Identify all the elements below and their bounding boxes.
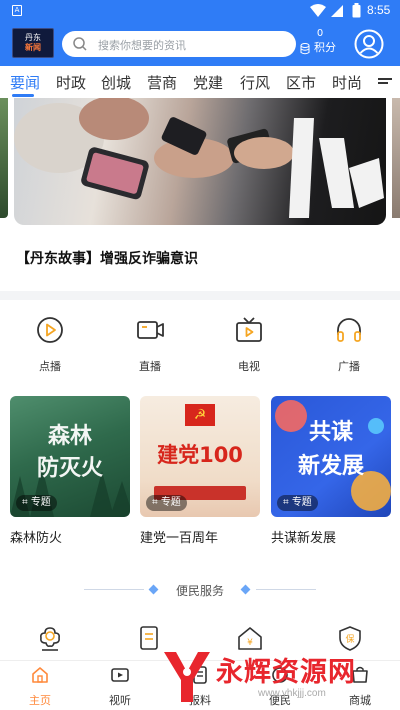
points-button[interactable]: 0 积分 xyxy=(300,28,340,60)
tab-yaowen[interactable]: 要闻 xyxy=(10,72,40,93)
convenience-services: 便民服务 ¥ 保 xyxy=(0,560,400,660)
watermark-logo-icon xyxy=(164,652,210,702)
quick-nav-radio[interactable]: 广播 xyxy=(319,314,379,374)
quick-nav-label: 点播 xyxy=(39,360,61,373)
tabs-menu-icon[interactable] xyxy=(378,78,392,84)
user-avatar-icon[interactable] xyxy=(354,29,384,59)
topic-caption: 共谋新发展 xyxy=(271,531,337,546)
carousel-headline[interactable]: 【丹东故事】增强反诈骗意识 xyxy=(16,248,198,268)
nav-label: 主页 xyxy=(29,694,51,707)
heading-diamond-right xyxy=(240,584,251,595)
app-logo[interactable]: 丹东 新闻 xyxy=(12,28,54,58)
quick-nav-live[interactable]: 直播 xyxy=(120,314,180,374)
tab-qushi[interactable]: 区市 xyxy=(286,72,316,93)
topic-image-text-line-1: 森林 xyxy=(47,424,92,449)
services-heading: 便民服务 xyxy=(0,582,400,599)
tab-dangjian[interactable]: 党建 xyxy=(193,72,223,93)
logo-line-1: 丹东 xyxy=(25,33,41,42)
tab-shishang[interactable]: 时尚 xyxy=(332,72,362,93)
topic-card-party-100[interactable]: ☭ 建党100 ⌗ 专题 建党一百周年 xyxy=(140,396,260,546)
tab-chuangcheng[interactable]: 创城 xyxy=(101,72,131,93)
topic-tag: ⌗ 专题 xyxy=(16,495,57,511)
carousel-prev-preview[interactable] xyxy=(0,98,8,218)
news-carousel: 【丹东故事】增强反诈骗意识 xyxy=(0,98,400,291)
quick-nav-tv[interactable]: 电视 xyxy=(219,314,279,374)
quick-nav-vod[interactable]: 点播 xyxy=(20,314,80,374)
topic-tag: ⌗ 专题 xyxy=(146,495,187,511)
topic-image: 森林 防灭火 ⌗ 专题 xyxy=(10,396,130,517)
nav-video[interactable]: 视听 xyxy=(90,665,150,708)
watermark-url: www.yhkjjj.com xyxy=(258,688,326,699)
quick-nav-label: 直播 xyxy=(139,360,161,373)
topic-caption: 森林防火 xyxy=(10,531,63,546)
search-input[interactable]: 搜索你想要的资讯 xyxy=(62,31,296,57)
topic-image-text-line-1: 共谋 xyxy=(308,420,353,445)
active-tab-indicator xyxy=(12,94,34,97)
topic-image-text-line-2: 防灭火 xyxy=(36,456,103,481)
heading-divider-left xyxy=(84,589,144,590)
svg-text:保: 保 xyxy=(345,633,354,645)
topic-tag-label: 专题 xyxy=(30,497,51,508)
party-flag-icon: ☭ xyxy=(185,404,215,426)
tab-shizheng[interactable]: 时政 xyxy=(56,72,86,93)
logo-line-2: 新闻 xyxy=(25,43,41,52)
topic-image: ☭ 建党100 ⌗ 专题 xyxy=(140,396,260,517)
signal-icon xyxy=(331,5,343,17)
nav-label: 视听 xyxy=(109,694,131,707)
nav-home[interactable]: 主页 xyxy=(10,665,70,708)
play-circle-icon xyxy=(37,317,63,343)
services-heading-text: 便民服务 xyxy=(175,584,224,598)
coin-stack-icon xyxy=(300,43,310,55)
topic-image-text: 建党100 xyxy=(157,443,243,467)
live-camera-icon xyxy=(137,321,164,339)
wifi-icon xyxy=(310,4,326,17)
topic-list: 森林 防灭火 ⌗ 专题 森林防火 ☭ 建党100 ⌗ 专题 建党一百周年 共谋 … xyxy=(0,382,400,560)
quick-nav-label: 广播 xyxy=(338,360,360,373)
site-watermark: 永辉资源网 www.yhkjjj.com xyxy=(160,648,396,706)
topic-image-text-line-2: 新发展 xyxy=(297,454,364,479)
carousel-next-preview[interactable] xyxy=(392,98,400,218)
headphones-icon xyxy=(337,318,361,342)
status-bar: A 8:55 xyxy=(0,0,400,22)
topic-image: 共谋 新发展 ⌗ 专题 xyxy=(271,396,391,517)
status-time: 8:55 xyxy=(367,3,391,17)
home-icon xyxy=(32,667,48,683)
svg-text:¥: ¥ xyxy=(247,638,253,648)
video-icon xyxy=(111,668,129,682)
watermark-text: 永辉资源网 xyxy=(216,657,356,688)
tv-icon xyxy=(236,317,262,342)
carousel-slide-image[interactable] xyxy=(14,98,386,225)
banner-photo xyxy=(14,98,384,218)
topic-card-development[interactable]: 共谋 新发展 ⌗ 专题 共谋新发展 xyxy=(271,396,391,546)
tab-xingfeng[interactable]: 行风 xyxy=(240,72,270,93)
points-value: 0 xyxy=(316,28,324,39)
topic-tag: ⌗ 专题 xyxy=(277,495,318,511)
heading-diamond-left xyxy=(148,584,159,595)
tab-yingshang[interactable]: 营商 xyxy=(147,72,177,93)
category-tabs: 要闻 时政 创城 营商 党建 行风 区市 时尚 xyxy=(0,66,400,98)
topic-card-forest-fire[interactable]: 森林 防灭火 ⌗ 专题 森林防火 xyxy=(10,396,130,546)
topic-caption: 建党一百周年 xyxy=(140,531,219,546)
notification-badge: A xyxy=(12,5,22,16)
search-placeholder: 搜索你想要的资讯 xyxy=(98,39,186,52)
topic-tag-label: 专题 xyxy=(160,497,181,508)
heading-divider-right xyxy=(256,589,316,590)
battery-icon xyxy=(352,3,361,18)
search-icon xyxy=(73,37,87,51)
quick-nav: 点播 直播 电视 广播 xyxy=(0,300,400,382)
app-header: 丹东 新闻 搜索你想要的资讯 0 积分 xyxy=(0,22,400,66)
quick-nav-label: 电视 xyxy=(238,360,260,373)
flower-icon[interactable] xyxy=(36,624,64,652)
topic-tag-label: 专题 xyxy=(291,497,312,508)
